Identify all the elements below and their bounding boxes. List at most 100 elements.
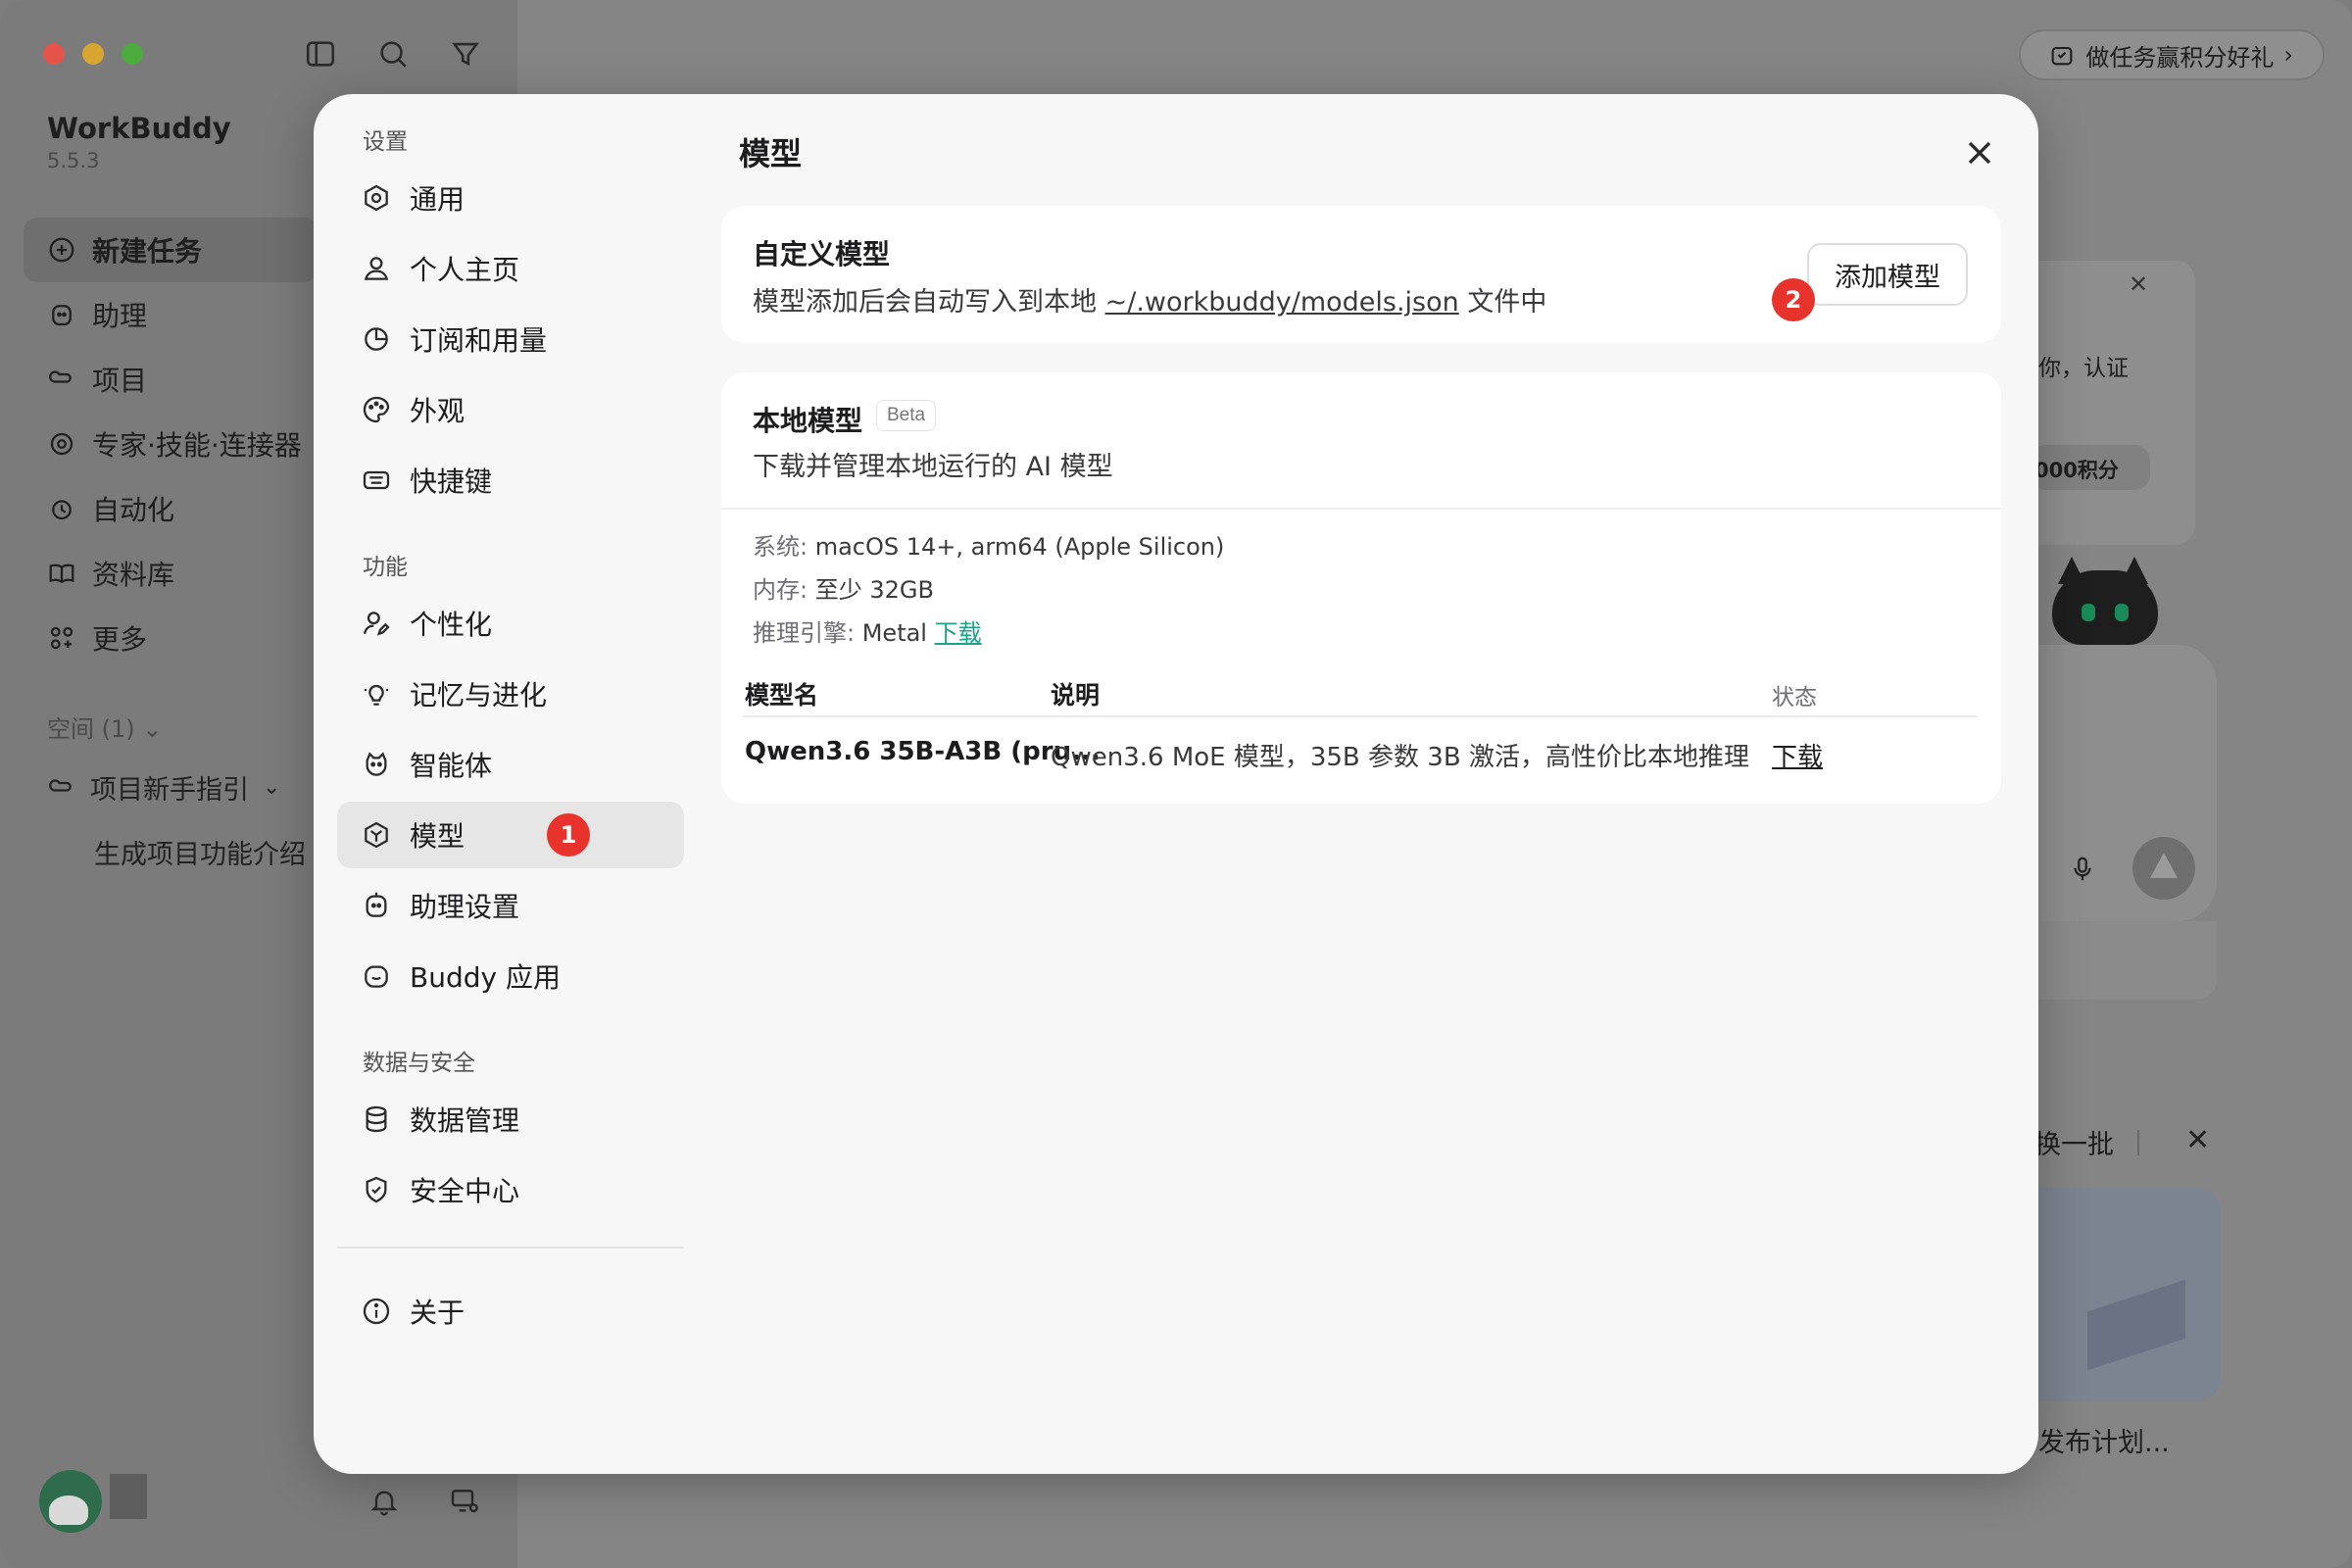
shield-icon <box>366 1176 387 1203</box>
promo-card-text: 你，认证 <box>2038 356 2129 381</box>
settings-nav-data[interactable]: 数据管理 <box>337 1086 684 1152</box>
model-icon <box>365 821 388 849</box>
settings-nav-profile[interactable]: 个人主页 <box>337 235 684 302</box>
app-nav-automation[interactable]: 自动化 <box>24 476 318 541</box>
model-name-cell: Qwen3.6 35B-A3B (pru... <box>745 737 1101 766</box>
window-controls <box>43 43 143 65</box>
assistant-icon <box>366 892 387 917</box>
settings-nav-assistant[interactable]: 助理设置 <box>337 872 684 939</box>
mic-icon[interactable] <box>2068 853 2097 886</box>
settings-nav-agent[interactable]: 智能体 <box>337 731 684 798</box>
settings-nav-buddy-app[interactable]: Buddy 应用 <box>337 943 684 1009</box>
assistant-icon <box>52 305 72 326</box>
nav-group-label: 功能 <box>363 555 408 580</box>
engine-download-link[interactable]: 下载 <box>935 619 982 647</box>
app-nav-label: 助理 <box>92 300 148 332</box>
app-version: 5.5.3 <box>47 149 100 172</box>
reward-button[interactable]: 做任务赢积分好礼 › <box>2019 29 2325 80</box>
page-title: 模型 <box>739 135 803 172</box>
app-nav: 新建任务 助理 项目 专家·技能·连接器 自动化 资料库 更多 <box>24 218 318 670</box>
app-nav-assistant[interactable]: 助理 <box>24 282 318 347</box>
settings-nav-general[interactable]: 通用 <box>337 165 684 231</box>
models-json-path-link[interactable]: ~/.workbuddy/models.json <box>1105 287 1459 318</box>
chevron-down-icon: ⌄ <box>263 775 281 800</box>
settings-nav-about[interactable]: 关于 <box>337 1278 684 1345</box>
settings-icon <box>365 184 388 212</box>
reward-label: 做任务赢积分好礼 <box>2085 43 2275 72</box>
nav-group-label: 数据与安全 <box>363 1051 475 1076</box>
settings-nav: 设置 通用 个人主页 订阅和用量 外观 快捷键 功能 个性化 记忆与进化 智能体… <box>337 118 684 1345</box>
settings-nav-subscription[interactable]: 订阅和用量 <box>337 306 684 372</box>
sidebar-footer <box>368 1486 480 1517</box>
plus-circle-icon <box>49 237 74 263</box>
promo-points-pill[interactable]: 000积分 <box>2029 445 2150 490</box>
template-thumbnail[interactable] <box>2038 1188 2221 1401</box>
nav-group-label: 设置 <box>363 129 408 155</box>
alarm-icon <box>52 500 72 520</box>
app-nav-label: 更多 <box>92 623 148 656</box>
minimize-window-button[interactable] <box>82 43 104 65</box>
col-header-name: 模型名 <box>745 681 819 710</box>
zoom-window-button[interactable] <box>122 43 143 65</box>
settings-nav-shortcuts[interactable]: 快捷键 <box>337 447 684 514</box>
settings-nav-personalize[interactable]: 个性化 <box>337 590 684 657</box>
engine-requirement: 推理引擎: Metal 下载 <box>753 619 982 647</box>
user-icon <box>364 257 389 280</box>
filter-icon[interactable] <box>449 37 482 71</box>
send-button[interactable] <box>2132 837 2195 900</box>
nav-item-label: 订阅和用量 <box>410 324 548 357</box>
nav-item-label: 记忆与进化 <box>410 679 548 711</box>
keyboard-icon <box>363 470 390 490</box>
app-nav-expert[interactable]: 专家·技能·连接器 <box>24 412 318 476</box>
table-header-divider <box>743 715 1978 717</box>
step-badge-2: 2 <box>1772 278 1815 321</box>
sidebar-toggle-icon[interactable] <box>304 37 337 71</box>
app-brand: WorkBuddy <box>47 112 231 145</box>
nav-item-label: 数据管理 <box>410 1104 520 1137</box>
settings-nav-appearance[interactable]: 外观 <box>337 376 684 443</box>
nav-item-label: 助理设置 <box>410 891 520 923</box>
user-name-placeholder <box>110 1474 147 1519</box>
bell-icon[interactable] <box>368 1486 400 1517</box>
memory-requirement: 内存: 至少 32GB <box>753 576 934 604</box>
model-desc-cell: Qwen3.6 MoE 模型，35B 参数 3B 激活，高性价比本地推理 <box>1051 743 1749 772</box>
nav-item-label: 安全中心 <box>410 1175 520 1207</box>
monitor-settings-icon[interactable] <box>449 1486 480 1517</box>
app-nav-more[interactable]: 更多 <box>24 606 318 670</box>
col-header-desc: 说明 <box>1051 681 1101 710</box>
app-nav-label: 专家·技能·连接器 <box>92 429 302 462</box>
card-divider <box>721 508 2001 510</box>
close-icon[interactable]: ✕ <box>2185 1123 2210 1157</box>
settings-nav-model[interactable]: 模型 1 <box>337 802 684 868</box>
project-guide-item[interactable]: 项目新手指引 ⌄ <box>47 768 280 807</box>
app-nav-project[interactable]: 项目 <box>24 347 318 412</box>
col-header-status: 状态 <box>1772 685 1817 710</box>
project-icon <box>49 778 72 792</box>
settings-nav-security[interactable]: 安全中心 <box>337 1156 684 1223</box>
agent-icon <box>366 752 387 776</box>
nav-item-label: 模型 <box>410 820 466 853</box>
user-edit-icon <box>363 612 390 636</box>
app-nav-library[interactable]: 资料库 <box>24 541 318 606</box>
close-icon[interactable]: ✕ <box>2129 270 2148 298</box>
project-sub-item[interactable]: 生成项目功能介绍 <box>94 833 306 871</box>
space-section-label[interactable]: 空间 (1) ⌄ <box>47 710 162 744</box>
nav-item-label: 智能体 <box>410 750 493 782</box>
custom-model-card: 自定义模型 模型添加后会自动写入到本地 ~/.workbuddy/models.… <box>721 206 2001 343</box>
lightbulb-icon <box>365 684 388 706</box>
nav-item-label: 通用 <box>410 183 466 216</box>
robot-mascot-icon <box>2038 557 2185 647</box>
search-icon[interactable] <box>376 37 410 71</box>
local-model-desc: 下载并管理本地运行的 AI 模型 <box>753 452 1113 482</box>
nav-divider <box>337 1247 684 1249</box>
app-nav-new-task[interactable]: 新建任务 <box>24 218 318 282</box>
close-icon[interactable] <box>1960 133 1999 172</box>
add-model-button[interactable]: 添加模型 <box>1807 243 1968 306</box>
buddy-icon <box>365 965 388 988</box>
model-download-link[interactable]: 下载 <box>1772 737 1823 773</box>
refresh-button[interactable]: 换一批 <box>2034 1123 2139 1161</box>
close-window-button[interactable] <box>43 43 65 65</box>
settings-nav-memory[interactable]: 记忆与进化 <box>337 661 684 727</box>
avatar[interactable] <box>39 1470 102 1533</box>
project-icon <box>49 370 72 383</box>
